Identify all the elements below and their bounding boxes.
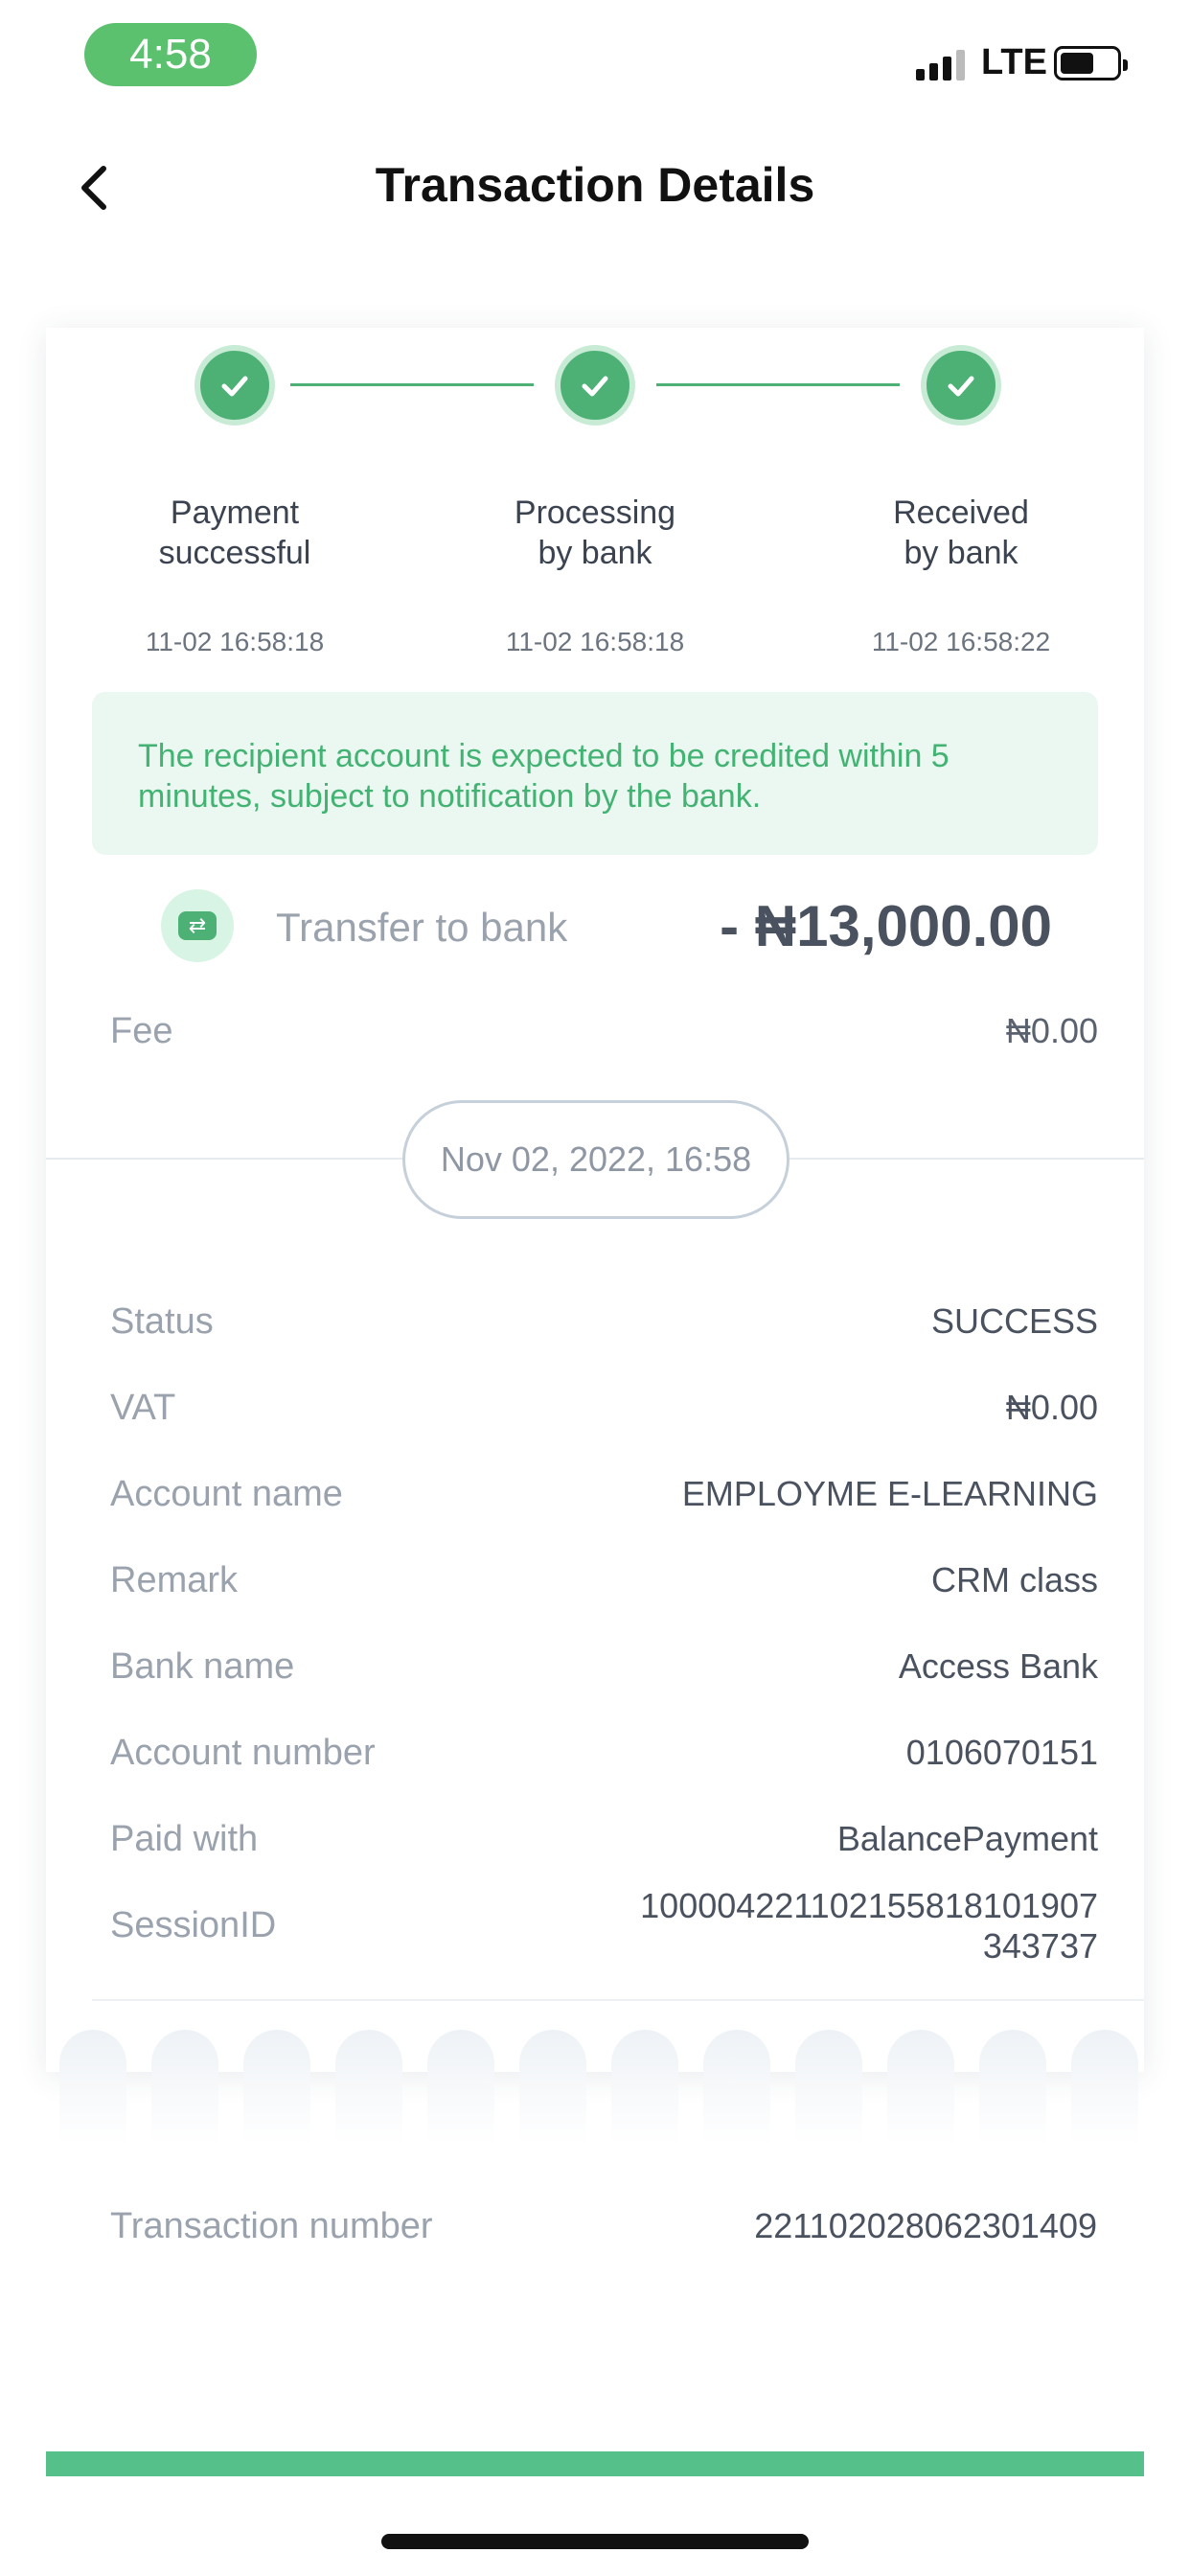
signal-icon [916,50,965,80]
transaction-card: Payment successful Processing by bank Rece… [46,328,1144,2072]
page-title: Transaction Details [375,158,815,212]
date-badge: Nov 02, 2022, 16:58 [402,1100,790,1219]
step-connector [656,383,900,386]
bottom-accent-bar [46,2451,1144,2476]
step-1-check-icon [195,345,275,426]
home-indicator[interactable] [381,2534,809,2549]
step-2-time: 11-02 16:58:18 [505,627,685,656]
detail-row-remark: Remark CRM class [110,1560,1098,1600]
step-connector [290,383,534,386]
detail-row-status: Status SUCCESS [110,1301,1098,1342]
status-time: 4:58 [84,23,257,86]
step-1-label: Payment successful [158,494,311,571]
transaction-number-label: Transaction number [110,2206,433,2246]
step-2-label: Processing by bank [514,494,676,571]
transfer-label: Transfer to bank [276,905,568,950]
fee-label: Fee [110,1011,173,1051]
transfer-summary: ⇄ Transfer to bank - ₦13,000.00 [92,884,1098,979]
detail-row-account-number: Account number 0106070151 [110,1733,1098,1773]
credit-notice: The recipient account is expected to be … [92,692,1098,855]
step-2-check-icon [555,345,635,426]
header: Transaction Details [0,134,1190,249]
detail-row-paid-with: Paid with BalancePayment [110,1819,1098,1859]
transaction-number-value[interactable]: 221102028062301409 [754,2206,1097,2246]
network-type: LTE [981,42,1047,82]
status-bar: 4:58 LTE [0,0,1190,125]
progress-stepper [46,345,1144,441]
detail-row-vat: VAT ₦0.00 [110,1388,1098,1428]
step-1-time: 11-02 16:58:18 [145,627,325,656]
detail-row-session-id: SessionID 100004221102155818101907 34373… [110,1886,1098,1966]
divider [92,1999,1144,2001]
session-id-value[interactable]: 100004221102155818101907 343737 [600,1886,1098,1966]
transfer-amount: - ₦13,000.00 [720,894,1052,958]
detail-row-account-name: Account name EMPLOYME E-LEARNING [110,1474,1098,1514]
step-3-check-icon [921,345,1001,426]
transfer-icon: ⇄ [161,889,234,962]
step-3-label: Received by bank [893,494,1029,571]
step-3-time: 11-02 16:58:22 [871,627,1051,656]
detail-row-bank-name: Bank name Access Bank [110,1646,1098,1687]
fee-value: ₦0.00 [1005,1011,1098,1050]
battery-icon [1054,46,1128,80]
receipt-edge [46,2030,1144,2145]
